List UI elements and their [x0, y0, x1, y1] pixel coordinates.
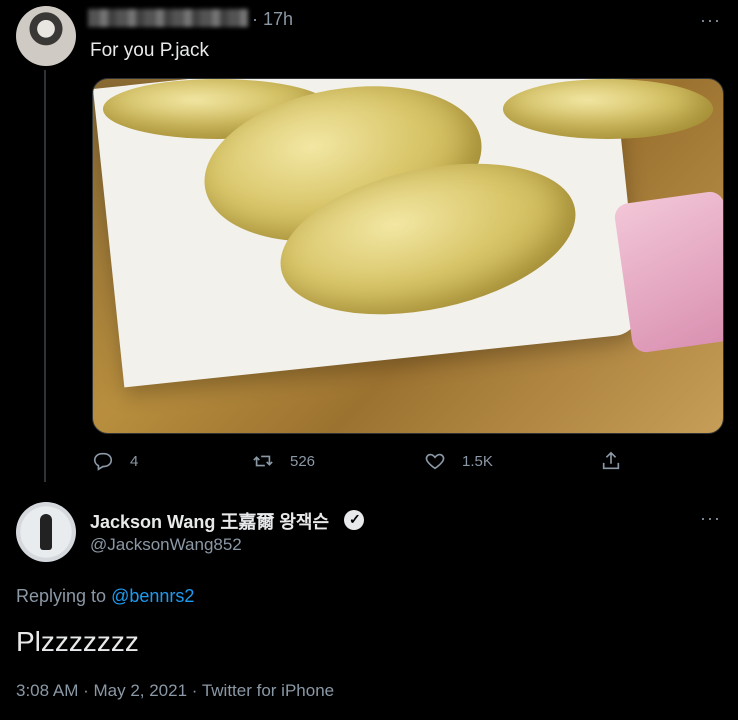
retweet-button[interactable]: 526 [252, 450, 315, 472]
tweet-text: For you P.jack [90, 40, 209, 61]
reply-button[interactable]: 4 [92, 450, 138, 472]
replying-to-label: Replying to [16, 586, 107, 606]
heart-icon [425, 453, 445, 470]
like-button[interactable]: 1.5K [424, 450, 493, 472]
tweet-text: Plzzzzzzz [16, 626, 139, 657]
retweet-count: 526 [290, 452, 316, 470]
tweet-metadata[interactable]: 3:08 AM · May 2, 2021 · Twitter for iPho… [16, 681, 334, 701]
avatar-jackson-wang[interactable] [16, 502, 76, 562]
photo-pink-object [613, 190, 723, 354]
more-options-icon[interactable]: ··· [700, 508, 721, 529]
verified-badge-icon: ✓ [344, 510, 364, 530]
replying-to-mention-link[interactable]: @bennrs2 [111, 586, 194, 606]
retweet-icon [253, 455, 273, 467]
share-button[interactable] [600, 450, 622, 472]
thread-connector-line [44, 70, 46, 482]
more-options-icon[interactable]: ··· [700, 10, 721, 31]
user-handle[interactable]: @JacksonWang852 [90, 535, 242, 555]
reply-count: 4 [130, 452, 139, 470]
tweet-timestamp[interactable]: · 17h [252, 9, 293, 30]
avatar-parent-user[interactable] [16, 6, 76, 66]
like-count: 1.5K [462, 452, 493, 470]
photo-fruit-shape [503, 79, 713, 139]
blurred-username [88, 9, 248, 27]
replying-to-line: Replying to @bennrs2 [16, 586, 194, 607]
share-icon [602, 451, 620, 470]
display-name[interactable]: Jackson Wang 王嘉爾 왕잭슨 [90, 508, 329, 534]
reply-icon [93, 452, 113, 471]
tweet-photo[interactable] [92, 78, 724, 434]
avatar-figure-shape [40, 514, 52, 550]
